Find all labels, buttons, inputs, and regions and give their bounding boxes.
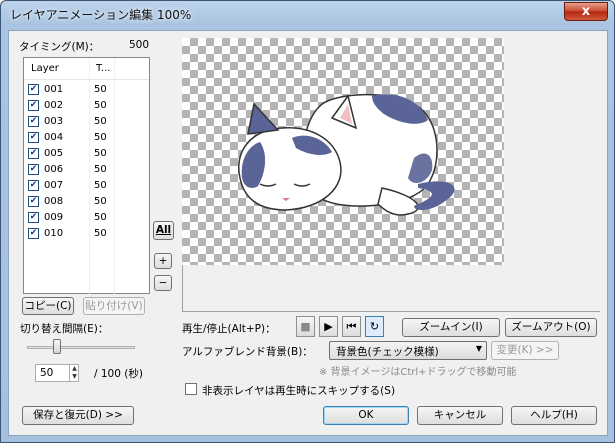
- layer-timing: 50: [94, 84, 107, 95]
- timing-label: タイミング(M)：: [19, 41, 100, 53]
- list-item[interactable]: ✔ 008 50: [24, 194, 149, 210]
- layer-visible-checkbox[interactable]: ✔: [28, 132, 39, 143]
- layer-visible-checkbox[interactable]: ✔: [28, 84, 39, 95]
- list-item[interactable]: ✔ 002 50: [24, 98, 149, 114]
- add-layer-button[interactable]: +: [154, 253, 172, 269]
- layer-name: 005: [44, 148, 64, 159]
- layer-name: 006: [44, 164, 64, 175]
- skip-hidden-label: 非表示レイヤは再生時にスキップする(S): [202, 385, 396, 397]
- dialog-window: レイヤアニメーション編集 100% x タイミング(M)： 500 Layer …: [0, 0, 615, 443]
- list-item[interactable]: ✔ 009 50: [24, 210, 149, 226]
- layer-visible-checkbox[interactable]: ✔: [28, 228, 39, 239]
- close-button[interactable]: x: [564, 2, 608, 21]
- layer-name: 007: [44, 180, 64, 191]
- change-background-button[interactable]: 変更(K) >>: [491, 341, 559, 360]
- layer-timing: 50: [94, 228, 107, 239]
- layer-name: 002: [44, 100, 64, 111]
- layer-timing: 50: [94, 116, 107, 127]
- help-button[interactable]: ヘルプ(H): [511, 406, 597, 425]
- interval-spinner[interactable]: ▲ ▼: [69, 365, 79, 381]
- timing-value: 500: [129, 39, 150, 51]
- layer-name: 001: [44, 84, 64, 95]
- list-item[interactable]: ✔ 003 50: [24, 114, 149, 130]
- layer-visible-checkbox[interactable]: ✔: [28, 196, 39, 207]
- paste-button[interactable]: 貼り付け(V): [83, 297, 145, 315]
- list-item[interactable]: ✔ 001 50: [24, 82, 149, 98]
- interval-slider-thumb[interactable]: [53, 339, 62, 354]
- dialog-client-area: タイミング(M)： 500 Layer T... ✔ 001 50 ✔ 002 50 ✔ 00…: [8, 30, 608, 436]
- copy-button[interactable]: コピー(C): [22, 297, 74, 315]
- layer-name: 008: [44, 196, 64, 207]
- skip-hidden-checkbox[interactable]: [185, 383, 197, 395]
- layer-visible-checkbox[interactable]: ✔: [28, 148, 39, 159]
- layer-timing: 50: [94, 212, 107, 223]
- alpha-blend-selected: 背景色(チェック模様): [336, 346, 439, 358]
- window-title: レイヤアニメーション編集 100%: [10, 8, 192, 22]
- layer-visible-checkbox[interactable]: ✔: [28, 116, 39, 127]
- layer-timing: 50: [94, 132, 107, 143]
- layer-list-header: Layer T...: [24, 58, 149, 80]
- animation-preview[interactable]: [182, 38, 504, 265]
- alpha-blend-select[interactable]: 背景色(チェック模様) ▼: [329, 341, 487, 360]
- layer-list[interactable]: Layer T... ✔ 001 50 ✔ 002 50 ✔ 003 50 ✔ 004 50 ✔ 005 5…: [23, 57, 150, 295]
- select-all-button[interactable]: All: [153, 221, 174, 240]
- stop-icon: ■: [300, 320, 311, 333]
- ok-button[interactable]: OK: [323, 406, 409, 425]
- layer-timing: 50: [94, 164, 107, 175]
- layer-timing: 50: [94, 180, 107, 191]
- zoom-out-button[interactable]: ズームアウト(O): [505, 318, 597, 337]
- layer-timing: 50: [94, 100, 107, 111]
- interval-slider-track[interactable]: [27, 346, 135, 349]
- alpha-blend-label: アルファブレンド背景(B)：: [182, 346, 313, 358]
- column-header-layer[interactable]: Layer: [31, 63, 59, 74]
- cat-illustration: [238, 93, 455, 216]
- interval-suffix: / 100 (秒): [94, 368, 143, 380]
- list-item[interactable]: ✔ 004 50: [24, 130, 149, 146]
- title-bar: レイヤアニメーション編集 100% x: [1, 1, 614, 29]
- layer-visible-checkbox[interactable]: ✔: [28, 164, 39, 175]
- list-item[interactable]: ✔ 007 50: [24, 178, 149, 194]
- layer-visible-checkbox[interactable]: ✔: [28, 180, 39, 191]
- layer-visible-checkbox[interactable]: ✔: [28, 100, 39, 111]
- loop-button[interactable]: ↻: [365, 316, 384, 337]
- layer-timing: 50: [94, 148, 107, 159]
- loop-icon: ↻: [369, 320, 380, 333]
- remove-layer-button[interactable]: −: [154, 275, 172, 291]
- layer-timing: 50: [94, 196, 107, 207]
- list-item[interactable]: ✔ 006 50: [24, 162, 149, 178]
- layer-name: 010: [44, 228, 64, 239]
- play-button[interactable]: ▶: [319, 316, 338, 337]
- stop-button[interactable]: ■: [296, 316, 315, 337]
- list-item[interactable]: ✔ 010 50: [24, 226, 149, 242]
- layer-visible-checkbox[interactable]: ✔: [28, 212, 39, 223]
- rewind-button[interactable]: ⏮: [342, 316, 361, 337]
- cancel-button[interactable]: キャンセル: [417, 406, 503, 425]
- chevron-down-icon: ▼: [475, 344, 482, 353]
- column-header-t[interactable]: T...: [96, 63, 110, 74]
- playback-label: 再生/停止(Alt+P)：: [182, 323, 276, 335]
- layer-name: 003: [44, 116, 64, 127]
- list-item[interactable]: ✔ 005 50: [24, 146, 149, 162]
- play-icon: ▶: [324, 320, 333, 333]
- zoom-in-button[interactable]: ズームイン(I): [402, 318, 500, 337]
- layer-name: 004: [44, 132, 64, 143]
- rewind-icon: ⏮: [346, 320, 357, 333]
- interval-label: 切り替え間隔(E)：: [20, 323, 109, 335]
- save-restore-button[interactable]: 保存と復元(D) >>: [22, 406, 134, 425]
- background-hint: ※ 背景イメージはCtrl+ドラッグで移動可能: [319, 367, 517, 378]
- layer-name: 009: [44, 212, 64, 223]
